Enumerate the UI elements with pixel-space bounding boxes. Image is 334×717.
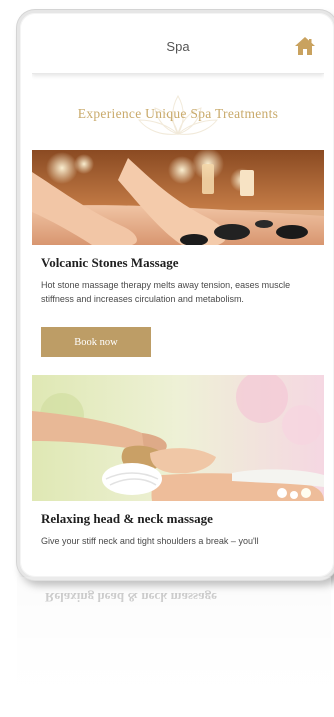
- home-icon: [295, 37, 315, 55]
- treatment-description: Give your stiff neck and tight shoulders…: [41, 536, 259, 546]
- head-neck-massage-image: [32, 375, 324, 501]
- phone-reflection: Relaxing head & neck massage: [17, 577, 331, 707]
- treatment-title: Relaxing head & neck massage: [41, 511, 213, 526]
- treatment-card-head-neck: Relaxing head & neck massage Give your s…: [32, 375, 324, 548]
- app-bar: Spa: [32, 21, 324, 74]
- head-neck-massage-photo: [32, 375, 324, 501]
- app-screen: Spa Experience Unique Spa Treatments Vol…: [32, 21, 324, 573]
- home-button[interactable]: [292, 34, 318, 58]
- treatment-title: Volcanic Stones Massage: [41, 255, 179, 270]
- hot-stone-massage-image: [32, 150, 324, 245]
- headline: Experience Unique Spa Treatments: [32, 95, 324, 140]
- page-title: Spa: [166, 39, 190, 54]
- hot-stone-massage-photo: [32, 150, 324, 245]
- phone-frame: Spa Experience Unique Spa Treatments Vol…: [17, 10, 334, 580]
- book-now-button[interactable]: Book now: [41, 327, 151, 357]
- treatment-description: Hot stone massage therapy melts away ten…: [41, 280, 291, 304]
- treatment-card-volcanic-stones: Volcanic Stones Massage Hot stone massag…: [32, 150, 324, 375]
- headline-text: Experience Unique Spa Treatments: [77, 106, 279, 121]
